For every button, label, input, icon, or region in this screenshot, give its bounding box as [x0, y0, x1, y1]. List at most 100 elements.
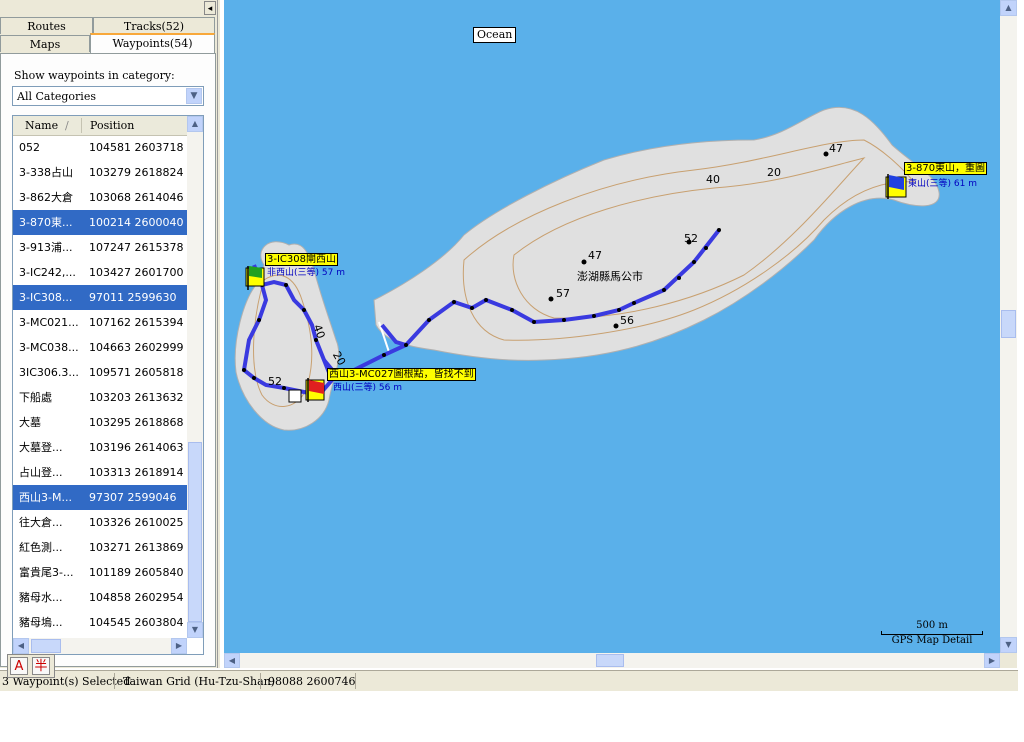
- scroll-thumb[interactable]: [1001, 310, 1016, 338]
- scale-bar: [881, 631, 983, 635]
- list-item[interactable]: 西山3-M... 97307 2599046: [13, 485, 187, 510]
- list-header: Name / Position: [13, 116, 187, 136]
- waypoint-list[interactable]: Name / Position 052 104581 2603718 3-338占山…: [12, 115, 204, 655]
- waypoint-name: 大墓登...: [19, 441, 63, 454]
- collapse-panel-button[interactable]: ◂: [204, 1, 216, 15]
- scroll-up-icon[interactable]: ▲: [187, 116, 203, 132]
- list-item[interactable]: 3-IC242,... 103427 2601700: [13, 260, 187, 285]
- chevron-down-icon[interactable]: ▼: [186, 88, 202, 104]
- scroll-down-icon[interactable]: ▼: [1000, 637, 1017, 653]
- list-item[interactable]: 3-870東... 100214 2600040: [13, 210, 187, 235]
- ime-language-button[interactable]: A: [10, 657, 28, 675]
- contour-label: 40: [706, 173, 720, 186]
- ime-width-button[interactable]: 半: [32, 657, 50, 675]
- waypoint-position: 103196 2614063: [89, 441, 184, 454]
- scroll-thumb[interactable]: [188, 442, 202, 622]
- list-item[interactable]: 往大倉... 103326 2610025: [13, 510, 187, 535]
- list-item[interactable]: 富貴尾3-... 101189 2605840: [13, 560, 187, 585]
- waypoint-position: 107247 2615378: [89, 241, 184, 254]
- map-vertical-scrollbar[interactable]: ▲ ▼: [1000, 0, 1017, 653]
- column-header-position[interactable]: Position: [90, 119, 134, 132]
- list-item[interactable]: 紅色測... 103271 2613869: [13, 535, 187, 560]
- waypoint-name: 西山3-M...: [19, 491, 72, 504]
- waypoint-position: 104663 2602999: [89, 341, 184, 354]
- map-scale: 500 m GPS Map Detail: [880, 620, 984, 646]
- tab-routes[interactable]: Routes: [0, 17, 93, 34]
- waypoint-name: 3-MC021...: [19, 316, 79, 329]
- waypoint-name: 3-338占山: [19, 166, 73, 179]
- waypoint-name: 3-862大倉: [19, 191, 73, 204]
- waypoint-position: 97307 2599046: [89, 491, 177, 504]
- waypoint-position: 103068 2614046: [89, 191, 184, 204]
- tab-tracks[interactable]: Tracks(52): [93, 17, 215, 34]
- tab-maps[interactable]: Maps: [0, 35, 90, 52]
- list-item[interactable]: 豬母塢... 104545 2603804: [13, 610, 187, 635]
- list-item[interactable]: 052 104581 2603718: [13, 135, 187, 160]
- waypoint-position: 103271 2613869: [89, 541, 184, 554]
- list-item[interactable]: 3-862大倉 103068 2614046: [13, 185, 187, 210]
- list-item[interactable]: 大墓登... 103196 2614063: [13, 435, 187, 460]
- column-header-name[interactable]: Name: [25, 119, 58, 132]
- list-item[interactable]: 3-MC038... 104663 2602999: [13, 335, 187, 360]
- column-divider[interactable]: [81, 118, 82, 133]
- waypoint-position: 100214 2600040: [89, 216, 184, 229]
- ime-toolbar: A 半: [7, 654, 55, 678]
- coordinate-status: 98088 2600746: [268, 675, 356, 688]
- waypoint-name: 豬母水...: [19, 591, 63, 604]
- map-canvas[interactable]: [224, 0, 1000, 653]
- spot-height-label: 47: [588, 249, 602, 262]
- category-select[interactable]: All Categories ▼: [12, 86, 204, 106]
- waypoint-name: 富貴尾3-...: [19, 566, 74, 579]
- waypoint-position: 103313 2618914: [89, 466, 184, 479]
- waypoint-name: 3-MC038...: [19, 341, 79, 354]
- list-item[interactable]: 大墓 103295 2618868: [13, 410, 187, 435]
- list-item[interactable]: 占山登... 103313 2618914: [13, 460, 187, 485]
- sort-indicator-icon: /: [65, 119, 69, 132]
- scroll-right-icon[interactable]: ▶: [984, 653, 1000, 668]
- scroll-down-icon[interactable]: ▼: [187, 622, 203, 638]
- waypoint-name: 豬母塢...: [19, 616, 63, 629]
- map-horizontal-scrollbar[interactable]: ◀ ▶: [224, 653, 1000, 668]
- scroll-right-icon[interactable]: ▶: [171, 638, 187, 654]
- waypoint-name: 3-870東...: [19, 216, 73, 229]
- waypoint-panel: ◂ Routes Tracks(52) Maps Waypoints(54) S…: [0, 0, 220, 668]
- blue-flag-icon: [885, 174, 907, 199]
- list-item[interactable]: 3-IC308... 97011 2599630: [13, 285, 187, 310]
- contour-label: 52: [268, 375, 282, 388]
- scale-distance: 500 m: [916, 620, 948, 631]
- scale-caption: GPS Map Detail: [891, 635, 973, 646]
- waypoint-name: 往大倉...: [19, 516, 63, 529]
- list-vertical-scrollbar[interactable]: ▲ ▼: [187, 116, 203, 638]
- status-divider: [260, 673, 261, 689]
- list-item[interactable]: 3-338占山 103279 2618824: [13, 160, 187, 185]
- city-label: 澎湖縣馬公市: [577, 270, 643, 283]
- list-horizontal-scrollbar[interactable]: ◀ ▶: [13, 638, 187, 654]
- spot-height-label: 47: [829, 142, 843, 155]
- scroll-up-icon[interactable]: ▲: [1000, 0, 1017, 16]
- spot-height-label: 52: [684, 232, 698, 245]
- scroll-thumb-horizontal[interactable]: [31, 639, 61, 653]
- panel-frame: ◂ Routes Tracks(52) Maps Waypoints(54) S…: [0, 0, 218, 668]
- waypoint-name: 3IC306.3...: [19, 366, 79, 379]
- waypoint-position: 104545 2603804: [89, 616, 184, 629]
- waypoint-position: 103427 2601700: [89, 266, 184, 279]
- list-item[interactable]: 3-MC021... 107162 2615394: [13, 310, 187, 335]
- category-label: Show waypoints in category:: [14, 69, 175, 82]
- list-item[interactable]: 3IC306.3... 109571 2605818: [13, 360, 187, 385]
- list-rows: 052 104581 2603718 3-338占山 103279 2618824 3-…: [13, 135, 187, 635]
- waypoint-position: 101189 2605840: [89, 566, 184, 579]
- waypoint-position: 103279 2618824: [89, 166, 184, 179]
- waypoint-label[interactable]: 3-870東山，重圖: [904, 162, 988, 175]
- waypoint-name: 紅色測...: [19, 541, 63, 554]
- scroll-thumb-horizontal[interactable]: [596, 654, 624, 667]
- list-item[interactable]: 下船處 103203 2613632: [13, 385, 187, 410]
- scroll-left-icon[interactable]: ◀: [13, 638, 29, 654]
- map-view[interactable]: Ocean 澎湖縣馬公市 47 52 47 57 56 40 20 40 52 …: [224, 0, 1000, 653]
- list-item[interactable]: 豬母水... 104858 2602954: [13, 585, 187, 610]
- waypoint-name: 3-IC242,...: [19, 266, 76, 279]
- waypoint-position: 103295 2618868: [89, 416, 184, 429]
- tab-waypoints[interactable]: Waypoints(54): [90, 33, 215, 53]
- scroll-left-icon[interactable]: ◀: [224, 653, 240, 668]
- category-selected-value: All Categories: [17, 90, 96, 103]
- list-item[interactable]: 3-913浦... 107247 2615378: [13, 235, 187, 260]
